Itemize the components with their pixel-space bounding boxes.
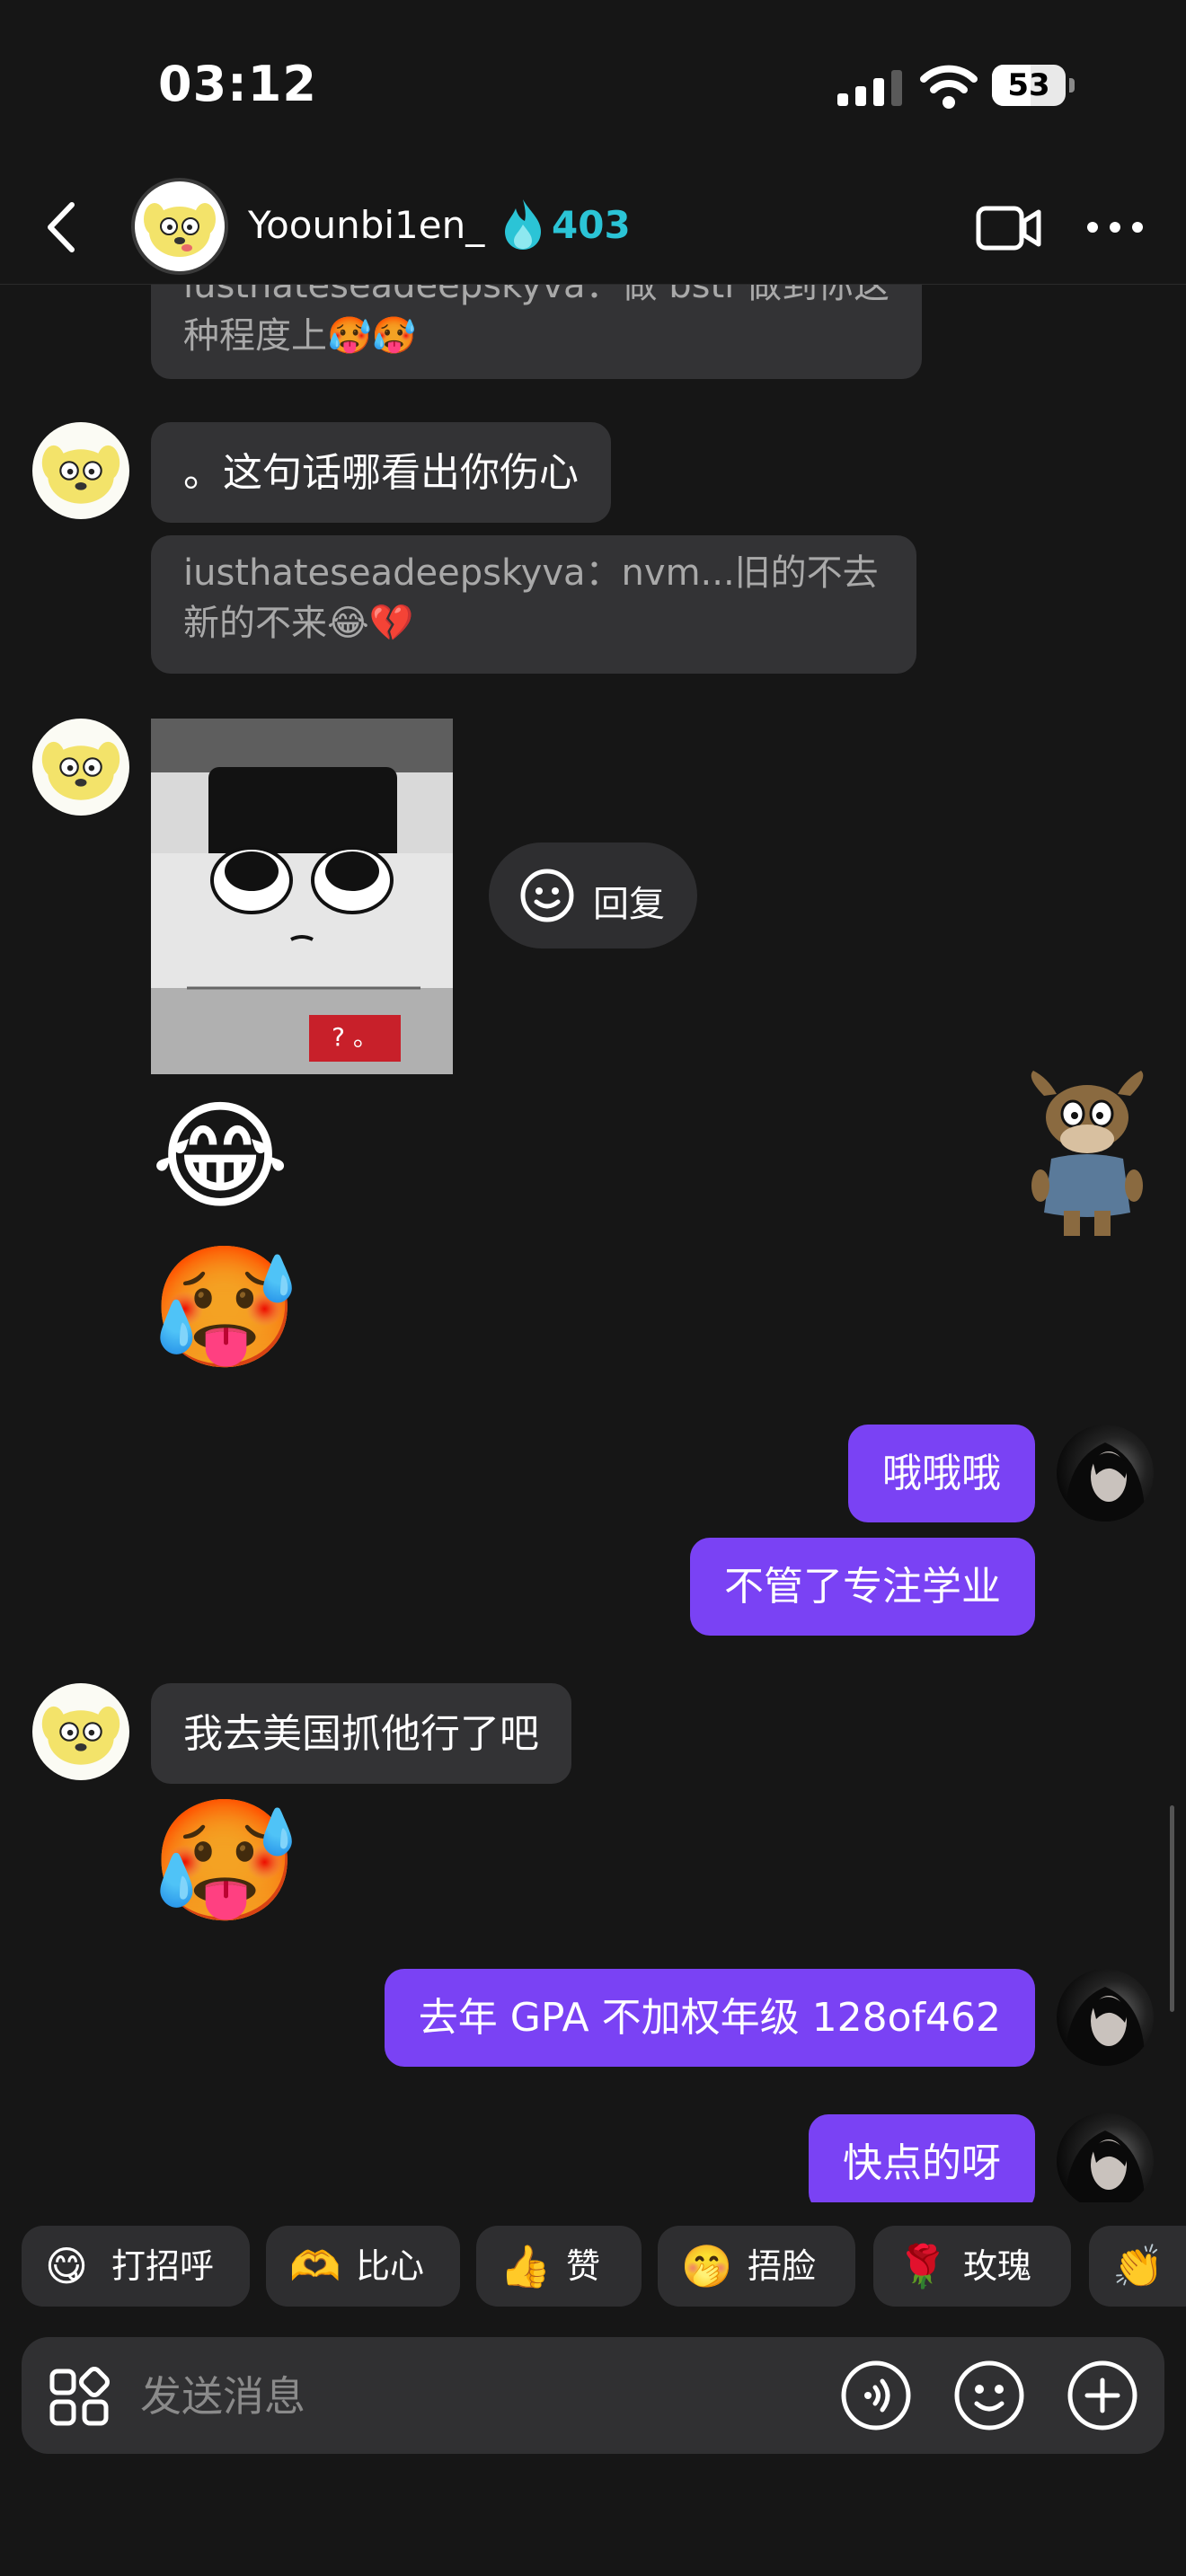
quick-reply-label: 打招呼 [111, 2246, 215, 2286]
dog-avatar-icon [41, 741, 120, 800]
wifi-icon [920, 65, 978, 109]
image-caption: ? 。 [332, 1022, 378, 1052]
quick-reply-like[interactable]: 👍 赞 [476, 2226, 642, 2307]
cartoon-image: ? 。 [151, 719, 453, 1074]
contact-avatar[interactable] [32, 1683, 129, 1780]
quick-reply-label: 捂脸 [748, 2246, 817, 2286]
quick-reply-clap[interactable]: 👏 [1089, 2226, 1186, 2307]
reply-label: 回复 [593, 884, 665, 925]
quick-reply-emoji: 🤭 [681, 2242, 733, 2290]
cow-sticker[interactable] [1017, 1069, 1157, 1238]
sent-message[interactable]: 不管了专注学业 [690, 1538, 1035, 1636]
emoji-message[interactable]: 🥵 [151, 1802, 298, 1920]
smile-icon [520, 869, 574, 922]
quick-reply-facepalm[interactable]: 🤭 捂脸 [658, 2226, 855, 2307]
quick-reply-label: 赞 [566, 2246, 601, 2286]
image-message[interactable]: ? 。 [151, 719, 453, 1074]
battery-percent: 53 [1007, 67, 1050, 103]
plus-icon[interactable] [1066, 2359, 1139, 2432]
more-icon[interactable] [1084, 217, 1146, 237]
emoji-icon[interactable] [952, 2359, 1026, 2432]
sent-message[interactable]: 快点的呀 [809, 2114, 1035, 2202]
chat-header: Yoounbi1en_ 403 [0, 171, 1186, 285]
flame-icon [505, 199, 541, 250]
quoted-message[interactable]: iusthateseadeepskyva：nvm...旧的不去 新的不来😂💔 [151, 535, 916, 674]
quick-reply-emoji: 👍 [500, 2242, 552, 2290]
video-call-icon[interactable] [976, 203, 1042, 253]
emoji-message[interactable]: 😂 [151, 1098, 289, 1216]
my-avatar[interactable] [1057, 1969, 1154, 2066]
quick-reply-label: 比心 [356, 2246, 425, 2286]
quick-reply-label: 玫瑰 [963, 2246, 1032, 2286]
contact-avatar[interactable] [131, 178, 228, 275]
contact-avatar[interactable] [32, 719, 129, 816]
quick-reply-greet[interactable]: 😋 打招呼 [22, 2226, 250, 2307]
voice-icon[interactable] [839, 2359, 913, 2432]
message-input[interactable] [138, 2364, 834, 2429]
quick-reply-emoji: 👏 [1112, 2242, 1164, 2290]
contact-avatar[interactable] [32, 422, 129, 519]
scrollbar[interactable] [1170, 1805, 1174, 2012]
sent-message[interactable]: 哦哦哦 [848, 1425, 1035, 1523]
dog-avatar-icon [41, 1706, 120, 1765]
back-icon[interactable] [36, 198, 90, 257]
message-composer [22, 2337, 1164, 2454]
streak-count: 403 [552, 203, 631, 247]
reply-button[interactable]: 回复 [489, 842, 697, 948]
dog-avatar-icon [41, 445, 120, 504]
received-message[interactable]: 。这句话哪看出你伤心 [151, 422, 611, 523]
quick-reply-heart[interactable]: 🫶 比心 [266, 2226, 460, 2307]
status-time: 03:12 [158, 56, 317, 112]
quick-reply-emoji: 🌹 [897, 2242, 949, 2290]
battery-indicator: 53 [992, 65, 1075, 106]
quoted-message[interactable]: iusthateseadeepskyva：做 bstl 做到你这 种程度上🥵🥵 [151, 284, 922, 379]
my-avatar[interactable] [1057, 1425, 1154, 1522]
quick-reply-emoji: 😋 [45, 2242, 88, 2290]
received-message[interactable]: 我去美国抓他行了吧 [151, 1683, 571, 1784]
my-avatar[interactable] [1057, 2113, 1154, 2202]
quick-reply-row[interactable]: 😋 打招呼 🫶 比心 👍 赞 🤭 捂脸 🌹 玫瑰 👏 [0, 2226, 1186, 2312]
quick-reply-rose[interactable]: 🌹 玫瑰 [873, 2226, 1071, 2307]
contact-username[interactable]: Yoounbi1en_ [248, 203, 484, 247]
quick-reply-emoji: 🫶 [289, 2242, 341, 2290]
dog-avatar-icon [144, 203, 216, 257]
sent-message[interactable]: 去年 GPA 不加权年级 128of462 [384, 1969, 1035, 2068]
emoji-message[interactable]: 🥵 [151, 1248, 298, 1367]
signal-icon [837, 70, 902, 106]
message-list[interactable]: iusthateseadeepskyva：做 bstl 做到你这 种程度上🥵🥵 … [0, 284, 1186, 2202]
grid-icon[interactable] [49, 2366, 110, 2427]
